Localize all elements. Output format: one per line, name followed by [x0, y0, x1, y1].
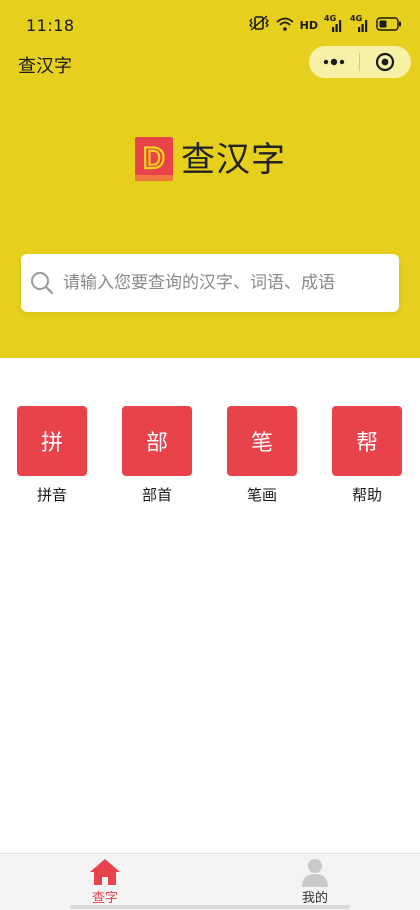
vibrate-icon — [248, 15, 270, 35]
category-label: 拼音 — [36, 486, 67, 504]
category-label: 部首 — [141, 486, 172, 504]
user-icon — [302, 859, 328, 887]
tab-search-char[interactable]: 查字 — [50, 854, 160, 910]
tab-mine[interactable]: 我的 — [260, 854, 370, 910]
category-label: 帮助 — [351, 486, 382, 504]
home-indicator — [70, 905, 350, 909]
signal-4g-icon: 4G — [324, 14, 344, 33]
page-title: 查汉字 — [18, 56, 72, 77]
header-banner: 11:18 HD 4G 4G 查汉字 D 查汉字 请输入您要查询的汉字、词语、成… — [0, 0, 420, 358]
logo-text: 查汉字 — [181, 140, 286, 180]
category-grid: 拼 拼音 部 部首 笔 笔画 帮 帮助 — [0, 406, 420, 506]
category-radical[interactable]: 部 部首 — [121, 406, 193, 505]
battery-icon — [376, 16, 402, 35]
search-box[interactable] — [21, 254, 399, 312]
logo-mark-letter: D — [143, 142, 165, 175]
status-time: 11:18 — [26, 16, 75, 35]
hd-label: HD — [299, 18, 318, 32]
close-circle-icon[interactable] — [360, 46, 410, 78]
screen: 11:18 HD 4G 4G 查汉字 D 查汉字 请输入您要查询的汉字、词语、成… — [0, 0, 420, 910]
home-icon — [90, 859, 120, 885]
tab-label: 查字 — [91, 891, 118, 906]
category-strokes[interactable]: 笔 笔画 — [226, 406, 298, 505]
category-label: 笔画 — [246, 486, 277, 504]
bottom-tab-bar: 查字 我的 — [0, 853, 420, 910]
category-tile[interactable]: 部 — [122, 406, 192, 476]
status-icons: HD 4G 4G — [248, 14, 402, 35]
mini-program-capsule — [309, 46, 411, 78]
more-dots-icon[interactable] — [309, 46, 359, 78]
hd-icon: HD — [300, 19, 318, 32]
wifi-icon — [276, 16, 294, 35]
category-pinyin[interactable]: 拼 拼音 — [16, 406, 88, 505]
signal-4g-icon-2: 4G — [350, 14, 370, 33]
category-tile[interactable]: 拼 — [17, 406, 87, 476]
category-tile[interactable]: 笔 — [227, 406, 297, 476]
app-logo: D 查汉字 — [133, 135, 286, 185]
status-bar: 11:18 HD 4G 4G — [0, 0, 420, 48]
category-help[interactable]: 帮 帮助 — [331, 406, 403, 505]
tab-label: 我的 — [301, 891, 328, 906]
search-input[interactable] — [61, 272, 385, 294]
search-icon — [31, 272, 54, 295]
logo-mark-icon: D — [135, 137, 173, 181]
category-tile[interactable]: 帮 — [332, 406, 402, 476]
